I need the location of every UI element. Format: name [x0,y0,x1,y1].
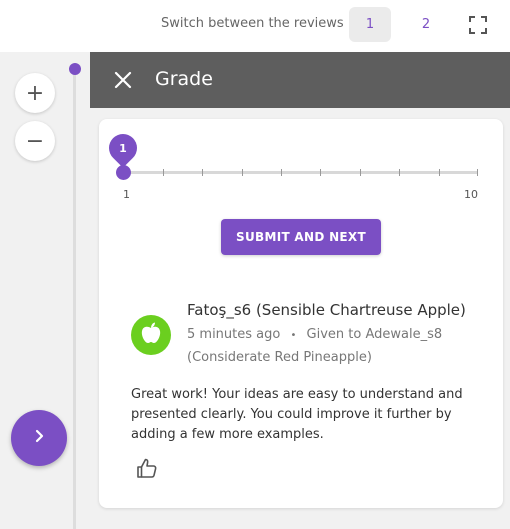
review-meta: 5 minutes ago • Given to Adewale_s8 [187,327,442,342]
thumbs-up-icon[interactable] [136,457,158,479]
review-2-button[interactable]: 2 [405,7,447,42]
scroll-track[interactable] [73,70,76,529]
slider-tick [281,169,282,176]
given-to-team: (Considerate Red Pineapple) [187,350,372,365]
slider-tick [439,169,440,176]
slider-max-label: 10 [464,188,478,201]
fullscreen-icon[interactable] [469,16,487,34]
zoom-out-button[interactable]: − [15,121,55,161]
zoom-in-button[interactable]: + [15,73,55,113]
slider-tick [320,169,321,176]
reviewer-name: Fatoş_s6 (Sensible Chartreuse Apple) [187,301,466,319]
grade-header [90,52,510,108]
slider-tick [399,169,400,176]
next-button[interactable] [11,410,67,466]
close-icon[interactable] [114,71,132,89]
slider-tick [360,169,361,176]
scroll-knob[interactable] [69,63,81,75]
slider-tick [477,169,478,176]
grade-slider-track[interactable] [123,171,478,174]
given-to: Given to Adewale_s8 [306,327,443,342]
meta-separator: • [290,330,297,341]
review-1-button[interactable]: 1 [349,7,391,42]
review-time: 5 minutes ago [187,327,281,342]
submit-and-next-button[interactable]: SUBMIT AND NEXT [221,219,381,255]
slider-tick [202,169,203,176]
slider-tick [163,169,164,176]
grade-title: Grade [155,68,213,90]
switch-reviews-label: Switch between the reviews [161,16,344,31]
slider-value-label: 1 [119,141,127,155]
slider-tick [242,169,243,176]
avatar [131,315,171,355]
slider-min-label: 1 [123,188,130,201]
review-comment: Great work! Your ideas are easy to under… [131,387,463,442]
apple-icon [140,321,162,349]
chevron-right-icon [31,428,47,448]
